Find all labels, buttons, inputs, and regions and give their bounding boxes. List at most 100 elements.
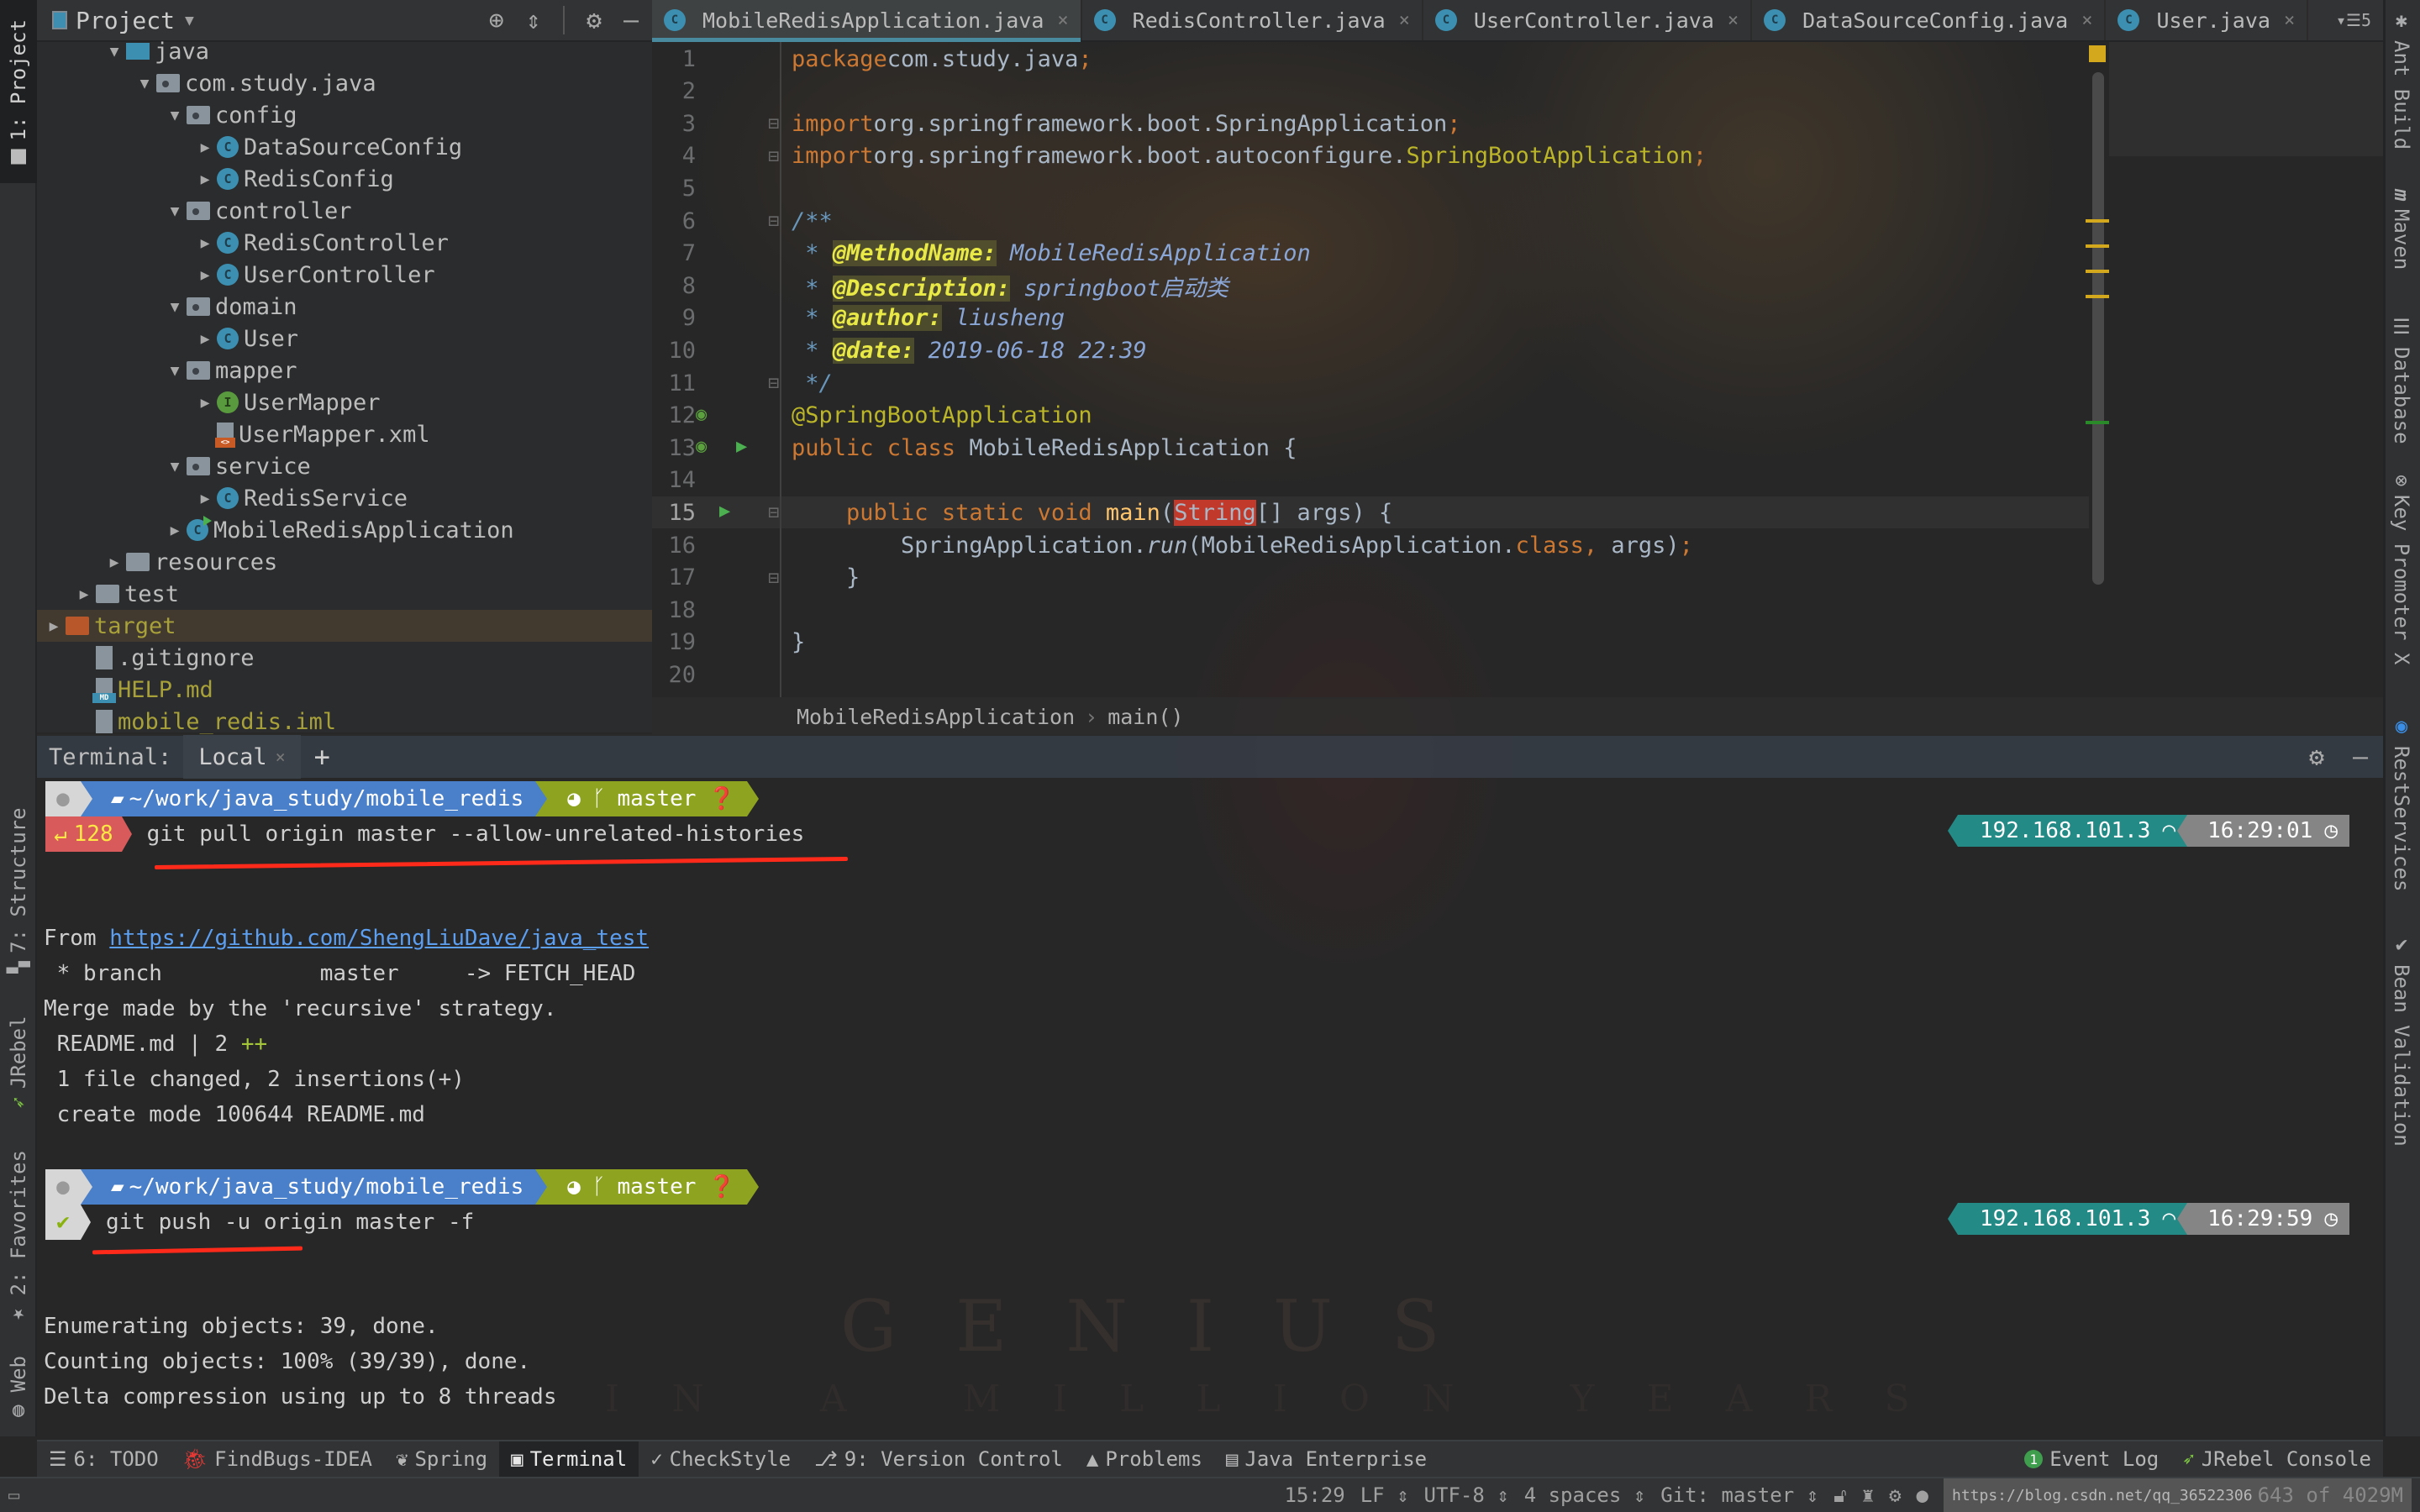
breadcrumb-item[interactable]: main() xyxy=(1107,705,1183,729)
code-line[interactable]: 13 public class MobileRedisApplication { xyxy=(652,432,2089,464)
line-number[interactable]: 3 xyxy=(652,111,702,137)
new-terminal-button[interactable]: + xyxy=(314,741,330,773)
code-line[interactable]: 16 SpringApplication.run(MobileRedisAppl… xyxy=(652,529,2089,561)
line-number[interactable]: 7 xyxy=(652,240,702,266)
fold-icon[interactable]: ⊟ xyxy=(768,373,779,394)
run-icon[interactable]: ▶ xyxy=(736,436,747,457)
collapse-all-icon[interactable]: ⇕ xyxy=(526,6,541,35)
tree-item[interactable]: ▶ C RedisController xyxy=(37,227,652,259)
warning-marker[interactable] xyxy=(2086,270,2109,273)
tool-window-9-version-control[interactable]: ⎇ 9: Version Control xyxy=(802,1441,1075,1477)
line-number[interactable]: 19 xyxy=(652,629,702,655)
code-line[interactable]: 20 xyxy=(652,659,2089,690)
warning-marker[interactable] xyxy=(2086,244,2109,248)
tree-item[interactable]: ▶ test xyxy=(37,578,652,610)
spring-bean-icon[interactable]: ◉ xyxy=(696,436,707,457)
code-minimap[interactable] xyxy=(2109,42,2383,156)
code-line[interactable]: 11 */ xyxy=(652,367,2089,399)
tree-item[interactable]: ▼ controller xyxy=(37,195,652,227)
tree-item[interactable]: ▼ domain xyxy=(37,291,652,323)
tool-window-checkstyle[interactable]: ✓ CheckStyle xyxy=(639,1441,802,1477)
line-number[interactable]: 14 xyxy=(652,467,702,493)
code-line[interactable]: 15 public static void main(String[] args… xyxy=(652,496,2089,529)
tree-item[interactable]: UserMapper.xml xyxy=(37,418,652,450)
tool-window-terminal[interactable]: ▣ Terminal xyxy=(499,1441,639,1477)
lock-icon[interactable]: 🔓︎ xyxy=(1833,1483,1847,1507)
tree-item[interactable]: ▶ C RedisService xyxy=(37,482,652,514)
line-number[interactable]: 20 xyxy=(652,662,702,688)
tool-window-findbugs-idea[interactable]: 🐞︎ FindBugs-IDEA xyxy=(171,1441,384,1477)
code-line[interactable]: 18 xyxy=(652,594,2089,626)
line-number[interactable]: 16 xyxy=(652,533,702,559)
stripe-tab-database[interactable]: ☰ Database xyxy=(2383,315,2420,444)
locate-icon[interactable]: ⊕ xyxy=(489,6,504,35)
expand-arrow-icon[interactable]: ▼ xyxy=(103,43,126,60)
close-icon[interactable]: × xyxy=(1728,10,1739,31)
close-icon[interactable]: × xyxy=(2284,10,2295,31)
line-number[interactable]: 18 xyxy=(652,597,702,623)
tree-item[interactable]: ▶ target xyxy=(37,610,652,642)
tree-item[interactable]: ▼ mapper xyxy=(37,354,652,386)
collapse-arrow-icon[interactable]: ▶ xyxy=(193,171,217,188)
gear-icon[interactable]: ⚙ xyxy=(587,6,602,35)
line-number[interactable]: 5 xyxy=(652,176,702,202)
close-icon[interactable]: × xyxy=(1057,10,1068,31)
stripe-tab-web[interactable]: ◍ Web xyxy=(0,1348,37,1432)
editor-scrollbar[interactable] xyxy=(2092,72,2104,585)
code-line[interactable]: 1 packagecom.study.java; xyxy=(652,43,2089,75)
expand-arrow-icon[interactable]: ▼ xyxy=(133,75,156,92)
line-number[interactable]: 8 xyxy=(652,273,702,299)
editor-tab[interactable]: C DataSourceConfig.java × xyxy=(1752,0,2107,40)
collapse-arrow-icon[interactable]: ▶ xyxy=(193,266,217,284)
tab-overflow-button[interactable]: ▾☰ 5 xyxy=(2336,0,2383,40)
breadcrumb-item[interactable]: MobileRedisApplication xyxy=(797,705,1075,729)
warning-marker[interactable] xyxy=(2086,295,2109,298)
stripe-tab-structure[interactable]: ▚ 7: Structure xyxy=(0,798,37,983)
warning-marker[interactable] xyxy=(2086,219,2109,223)
code-line[interactable]: 2 xyxy=(652,76,2089,108)
collapse-arrow-icon[interactable]: ▶ xyxy=(42,617,66,635)
collapse-arrow-icon[interactable]: ▶ xyxy=(193,139,217,156)
stripe-tab-ant-build[interactable]: ✱ Ant Build xyxy=(2383,8,2420,150)
minimize-icon[interactable]: — xyxy=(2353,743,2368,772)
stripe-tab-bean-validation[interactable]: ✔ Bean Validation xyxy=(2383,932,2420,1147)
tree-item[interactable]: ▶ C MobileRedisApplication xyxy=(37,514,652,546)
editor-tab[interactable]: C User.java × xyxy=(2106,0,2309,40)
expand-arrow-icon[interactable]: ▼ xyxy=(163,298,187,316)
code-line[interactable]: 17 } xyxy=(652,562,2089,594)
tree-item[interactable]: .gitignore xyxy=(37,642,652,674)
editor-tab[interactable]: C RedisController.java × xyxy=(1082,0,1423,40)
tool-window-event-log[interactable]: 1 Event Log xyxy=(2012,1441,2170,1477)
repository-link[interactable]: https://github.com/ShengLiuDave/java_tes… xyxy=(109,926,649,951)
notification-icon[interactable]: ● xyxy=(1917,1483,1928,1507)
collapse-arrow-icon[interactable]: ▶ xyxy=(103,554,126,571)
toggle-tool-windows-icon[interactable]: ▭ xyxy=(0,1485,19,1506)
line-number[interactable]: 17 xyxy=(652,564,702,591)
line-number[interactable]: 4 xyxy=(652,143,702,169)
code-line[interactable]: 9 * @author: liusheng xyxy=(652,302,2089,334)
line-number[interactable]: 2 xyxy=(652,78,702,104)
tool-window-jrebel-console[interactable]: ➶ JRebel Console xyxy=(2170,1441,2383,1477)
expand-arrow-icon[interactable]: ▼ xyxy=(163,202,187,220)
line-number[interactable]: 12 xyxy=(652,402,702,428)
tree-item[interactable]: HELP.md xyxy=(37,674,652,706)
fold-icon[interactable]: ⊟ xyxy=(768,146,779,167)
tree-item[interactable]: mobile_redis.iml xyxy=(37,706,652,738)
hector-icon[interactable]: ⚙ xyxy=(1889,1483,1901,1507)
minimize-icon[interactable]: — xyxy=(623,6,639,35)
project-view-selector[interactable]: Project xyxy=(76,7,175,34)
close-icon[interactable]: × xyxy=(276,747,286,767)
collapse-arrow-icon[interactable]: ▶ xyxy=(193,234,217,252)
chevron-down-icon[interactable]: ▼ xyxy=(185,12,194,29)
line-number[interactable]: 9 xyxy=(652,305,702,331)
code-line[interactable]: 3 importorg.springframework.boot.SpringAp… xyxy=(652,108,2089,139)
tree-item[interactable]: ▼ java xyxy=(37,35,652,67)
tree-item[interactable]: ▶ C User xyxy=(37,323,652,354)
stripe-tab-maven[interactable]: m Maven xyxy=(2383,189,2420,270)
caret-position[interactable]: 15:29 xyxy=(1284,1483,1344,1507)
tree-item[interactable]: ▼ com.study.java xyxy=(37,67,652,99)
tool-window-6-todo[interactable]: ☰ 6: TODO xyxy=(37,1441,171,1477)
code-line[interactable]: 10 * @date: 2019-06-18 22:39 xyxy=(652,334,2089,366)
collapse-arrow-icon[interactable]: ▶ xyxy=(193,394,217,412)
stripe-tab-project[interactable]: 1: Project xyxy=(0,0,37,183)
